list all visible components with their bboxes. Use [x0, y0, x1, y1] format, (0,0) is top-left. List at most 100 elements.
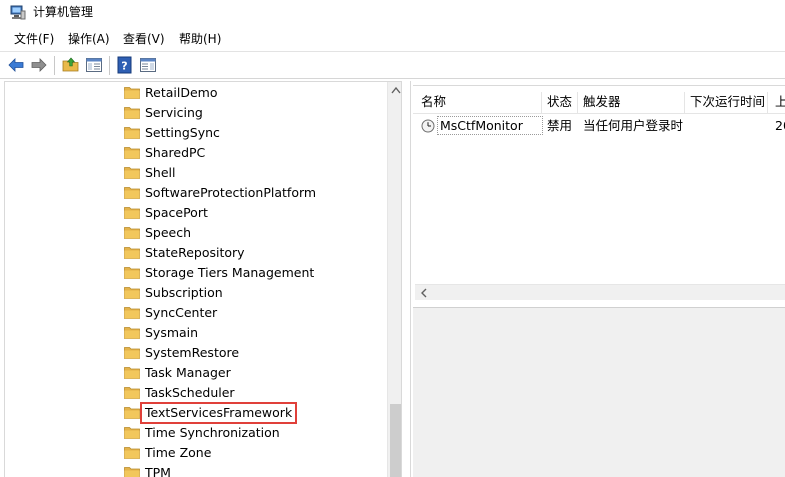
tree-item[interactable]: Time Zone — [122, 443, 392, 463]
folder-icon — [124, 447, 140, 459]
tree-item-label: Servicing — [145, 105, 203, 120]
computer-management-icon — [10, 5, 26, 20]
tree-item[interactable]: Sysmain — [122, 323, 392, 343]
task-details-pane: 名称 状态 触发器 下次运行时间 上 MsCtfMonitor 禁用 当任何用户… — [410, 81, 785, 477]
tree-item-label: StateRepository — [145, 245, 245, 260]
tree-item-label: SettingSync — [145, 125, 220, 140]
window-title: 计算机管理 — [33, 5, 94, 19]
tree-item[interactable]: Speech — [122, 223, 392, 243]
tree-item-label: SpacePort — [145, 205, 208, 220]
computer-management-window: 计算机管理 文件(F) 操作(A) 查看(V) 帮助(H) ? RetailDe… — [0, 0, 785, 477]
tree-item[interactable]: Shell — [122, 163, 392, 183]
folder-icon — [124, 127, 140, 139]
tree-item[interactable]: Storage Tiers Management — [122, 263, 392, 283]
tree-item-label: Speech — [145, 225, 192, 240]
tree-item[interactable]: SystemRestore — [122, 343, 392, 363]
show-hide-tree-icon[interactable] — [85, 56, 103, 74]
scroll-up-arrow-icon[interactable] — [388, 82, 402, 99]
tree-item[interactable]: SoftwareProtectionPlatform — [122, 183, 392, 203]
tree-item-label: Time Synchronization — [145, 425, 280, 440]
tree-item-label: Subscription — [145, 285, 223, 300]
tree-vertical-scrollbar[interactable] — [387, 82, 402, 477]
menu-help[interactable]: 帮助(H) — [179, 31, 221, 47]
task-last-run: 20 — [775, 118, 785, 133]
tree-item-label: RetailDemo — [145, 85, 218, 100]
task-name: MsCtfMonitor — [440, 118, 523, 133]
tree-item[interactable]: SharedPC — [122, 143, 392, 163]
tree-item-label: SystemRestore — [145, 345, 240, 360]
folder-icon — [124, 147, 140, 159]
tree-item[interactable]: SettingSync — [122, 123, 392, 143]
task-list[interactable]: 名称 状态 触发器 下次运行时间 上 MsCtfMonitor 禁用 当任何用户… — [413, 85, 785, 300]
toolbar: ? — [0, 51, 785, 79]
tree-item-label: SyncCenter — [145, 305, 218, 320]
folder-icon — [124, 367, 140, 379]
back-arrow-icon[interactable] — [7, 56, 25, 74]
column-header-trigger[interactable]: 触发器 — [583, 91, 621, 113]
folder-icon — [124, 387, 140, 399]
help-icon[interactable]: ? — [116, 56, 134, 74]
folder-icon — [124, 287, 140, 299]
column-header-status[interactable]: 状态 — [547, 91, 572, 113]
tree-item-label: Task Manager — [145, 365, 231, 380]
tree-item[interactable]: Time Synchronization — [122, 423, 392, 443]
tree-item-selected[interactable]: TextServicesFramework — [122, 402, 392, 424]
column-header-name[interactable]: 名称 — [421, 91, 446, 113]
folder-icon — [124, 107, 140, 119]
toolbar-separator — [54, 56, 55, 75]
folder-icon — [124, 347, 140, 359]
tree-item-label: Sysmain — [145, 325, 199, 340]
header-divider — [413, 113, 785, 114]
tree-item-label: Storage Tiers Management — [145, 265, 315, 280]
column-header-next-run[interactable]: 下次运行时间 — [690, 91, 765, 113]
column-separator[interactable] — [577, 92, 578, 114]
menu-file[interactable]: 文件(F) — [14, 31, 54, 47]
task-properties-area — [413, 307, 785, 477]
folder-icon — [124, 87, 140, 99]
tree-item[interactable]: Servicing — [122, 103, 392, 123]
tree-item[interactable]: SpacePort — [122, 203, 392, 223]
task-status: 禁用 — [547, 118, 573, 133]
tree-item-label: SoftwareProtectionPlatform — [145, 185, 317, 200]
folder-icon — [124, 247, 140, 259]
title-bar[interactable]: 计算机管理 — [0, 0, 785, 26]
menu-bar: 文件(F) 操作(A) 查看(V) 帮助(H) — [0, 29, 785, 49]
folder-icon — [124, 187, 140, 199]
forward-arrow-icon[interactable] — [30, 56, 48, 74]
tree-item-label: Shell — [145, 165, 176, 180]
folder-icon — [124, 267, 140, 279]
tree-item-label: TPM — [145, 465, 171, 477]
menu-view[interactable]: 查看(V) — [123, 31, 165, 47]
column-separator[interactable] — [684, 92, 685, 114]
menu-action[interactable]: 操作(A) — [68, 31, 110, 47]
folder-icon — [124, 327, 140, 339]
folder-icon — [124, 167, 140, 179]
svg-text:?: ? — [121, 60, 127, 73]
column-separator[interactable] — [767, 92, 768, 114]
tree-item[interactable]: RetailDemo — [122, 83, 392, 103]
column-separator[interactable] — [541, 92, 542, 114]
toolbar-separator — [109, 56, 110, 75]
tree-item[interactable]: Task Manager — [122, 363, 392, 383]
folder-icon — [124, 427, 140, 439]
task-list-horizontal-scrollbar[interactable] — [415, 284, 785, 300]
tree-item[interactable]: Subscription — [122, 283, 392, 303]
tree-item[interactable]: StateRepository — [122, 243, 392, 263]
folder-icon — [124, 467, 140, 477]
scrollbar-thumb[interactable] — [390, 404, 401, 477]
tree-item-label: TextServicesFramework — [139, 402, 298, 424]
scroll-left-arrow-icon[interactable] — [419, 287, 429, 299]
console-tree-pane[interactable]: RetailDemo Servicing SettingSync SharedPC Sh… — [4, 81, 402, 477]
tree-item[interactable]: TPM — [122, 463, 392, 477]
up-folder-icon[interactable] — [62, 56, 80, 74]
tree-item-label: SharedPC — [145, 145, 206, 160]
folder-icon — [124, 227, 140, 239]
action-pane-icon[interactable] — [139, 56, 157, 74]
folder-icon — [124, 207, 140, 219]
tree-item-label: TaskScheduler — [145, 385, 235, 400]
folder-icon — [124, 407, 140, 419]
tree-item[interactable]: TaskScheduler — [122, 383, 392, 403]
clock-icon — [421, 119, 435, 133]
tree-item[interactable]: SyncCenter — [122, 303, 392, 323]
column-header-last-run[interactable]: 上 — [775, 91, 785, 113]
